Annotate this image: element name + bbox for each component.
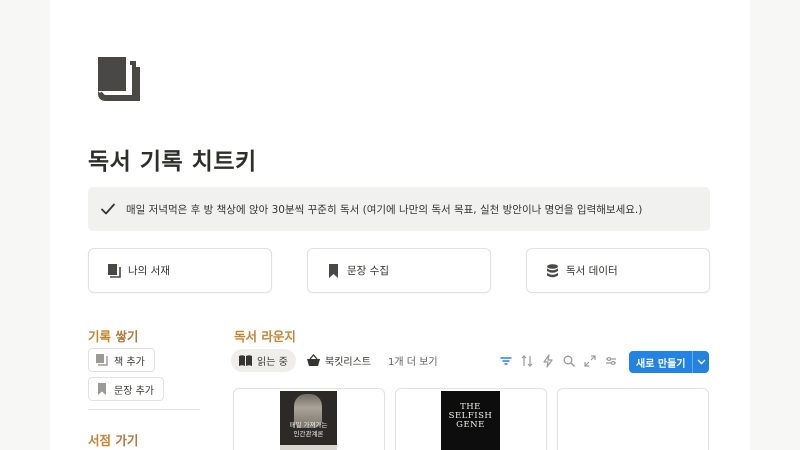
bookmark-icon xyxy=(329,263,338,278)
link-card-label: 문장 수집 xyxy=(347,265,389,277)
check-icon xyxy=(101,203,115,215)
tab-more[interactable]: 1개 더 보기 xyxy=(380,349,446,372)
tab-reading[interactable]: 읽는 중 xyxy=(231,349,296,372)
database-icon xyxy=(547,263,558,277)
callout: 매일 저녁먹은 후 방 책상에 앉아 30분씩 꾸준히 독서 (여기에 나만의 … xyxy=(88,187,710,231)
basket-icon xyxy=(307,354,320,366)
link-card-my-library[interactable]: 나의 서재 xyxy=(88,248,272,293)
section-bookstore-label: 서점 가기 xyxy=(88,433,139,448)
chevron-down-icon[interactable] xyxy=(693,351,709,373)
book-stack-icon[interactable] xyxy=(98,57,140,103)
gallery-card[interactable]: 매일 가져가는 인간관계론 xyxy=(233,388,385,450)
sort-icon[interactable] xyxy=(520,354,534,368)
link-card-label: 나의 서재 xyxy=(128,265,170,277)
add-quote-button[interactable]: 문장 추가 xyxy=(88,377,164,401)
link-card-reading-data[interactable]: 독서 데이터 xyxy=(526,248,710,293)
divider xyxy=(88,409,200,410)
book-cover: THE SELFISH GENE xyxy=(441,391,500,450)
filter-icon[interactable] xyxy=(499,354,513,368)
callout-text: 매일 저녁먹은 후 방 책상에 앉아 30분씩 꾸준히 독서 (여기에 나만의 … xyxy=(126,203,643,216)
new-button-label: 새로 만들기 xyxy=(636,358,686,370)
bookmark-icon xyxy=(98,383,106,395)
gallery-card[interactable]: THE SELFISH GENE xyxy=(395,388,547,450)
page-title: 독서 기록 치트키 xyxy=(88,149,257,175)
add-book-button[interactable]: 책 추가 xyxy=(88,348,155,372)
lounge-title: 독서 라운지 xyxy=(234,329,296,344)
cover-title: THE SELFISH GENE xyxy=(448,402,493,430)
book-icon xyxy=(96,354,108,366)
gallery-card[interactable] xyxy=(557,388,709,450)
section-record-label: 기록 쌓기 xyxy=(88,329,139,344)
new-button[interactable]: 새로 만들기 xyxy=(629,351,709,373)
book-icon xyxy=(108,263,121,278)
page: 독서 기록 치트키 매일 저녁먹은 후 방 책상에 앉아 30분씩 꾸준히 독서… xyxy=(50,0,750,450)
search-icon[interactable] xyxy=(562,354,576,368)
link-card-quotes[interactable]: 문장 수집 xyxy=(307,248,491,293)
expand-icon[interactable] xyxy=(583,354,597,368)
settings-sliders-icon[interactable] xyxy=(604,354,618,368)
open-book-icon xyxy=(239,355,252,366)
tab-bucketlist[interactable]: 북킷리스트 xyxy=(299,349,379,372)
book-cover: 매일 가져가는 인간관계론 xyxy=(280,391,337,450)
cover-text: 매일 가져가는 인간관계론 xyxy=(289,421,328,438)
lightning-icon[interactable] xyxy=(541,354,555,368)
link-card-label: 독서 데이터 xyxy=(566,265,618,277)
